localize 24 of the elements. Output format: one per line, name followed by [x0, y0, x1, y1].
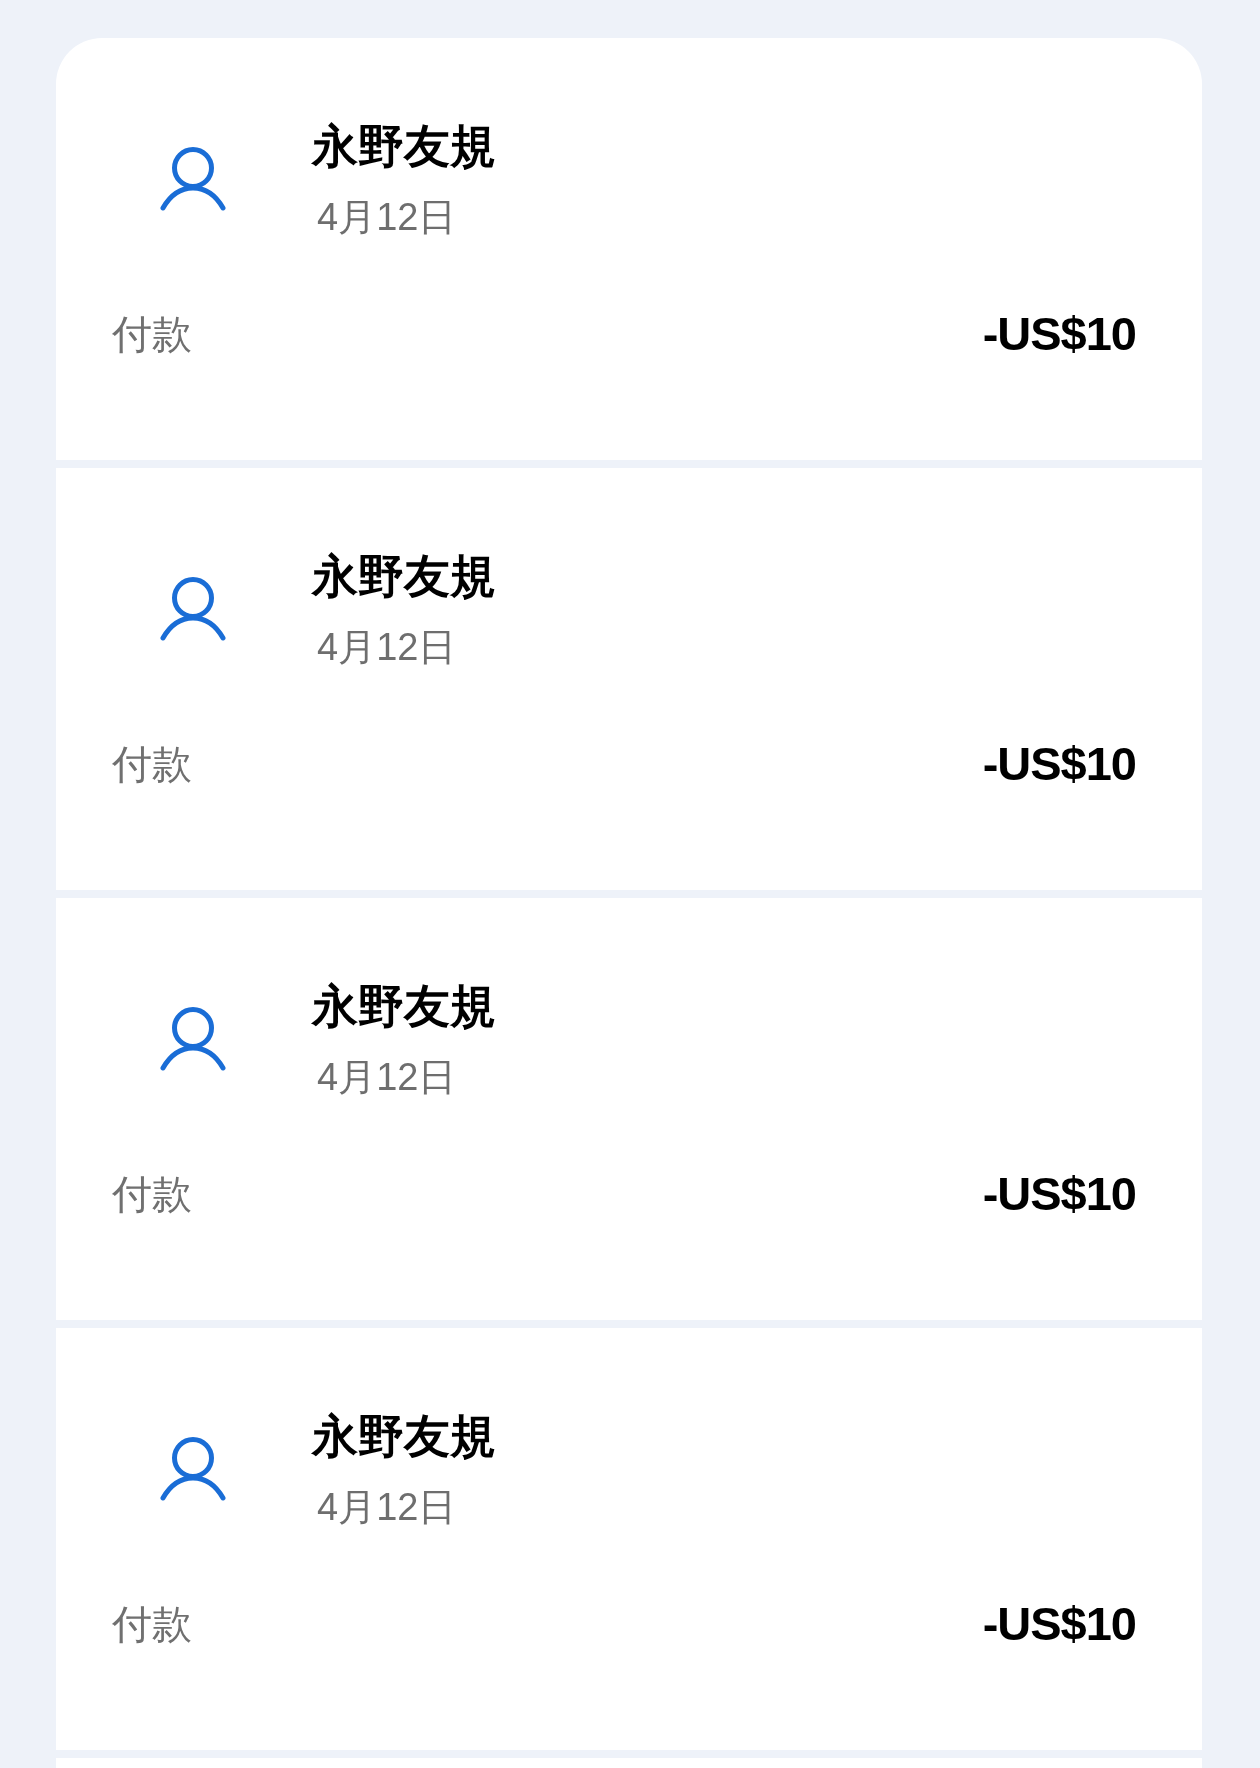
transaction-card[interactable]: 永野友規 4月12日 付款 -US$10: [56, 1328, 1202, 1750]
transaction-type: 付款: [112, 741, 192, 787]
transaction-type: 付款: [112, 311, 192, 357]
transaction-amount: -US$10: [982, 307, 1136, 361]
transaction-amount: -US$10: [982, 737, 1136, 791]
transaction-type: 付款: [112, 1171, 192, 1217]
person-icon: [160, 576, 226, 642]
transaction-date: 4月12日: [317, 1055, 457, 1099]
transaction-date: 4月12日: [317, 625, 457, 669]
transaction-type: 付款: [112, 1601, 192, 1647]
transaction-date: 4月12日: [317, 1485, 457, 1529]
transaction-amount: -US$10: [982, 1167, 1136, 1221]
transaction-card[interactable]: 永野友規 4月12日 付款 -US$10: [56, 898, 1202, 1320]
payee-name: 永野友規: [312, 119, 496, 173]
transaction-date: 4月12日: [317, 195, 457, 239]
transaction-amount: -US$10: [982, 1597, 1136, 1651]
person-icon: [160, 1436, 226, 1502]
transaction-card[interactable]: 永野友規 4月12日 付款 -US$10: [56, 468, 1202, 890]
payee-name: 永野友規: [312, 979, 496, 1033]
payee-name: 永野友規: [312, 1409, 496, 1463]
payee-name: 永野友規: [312, 549, 496, 603]
person-icon: [160, 146, 226, 212]
transaction-card[interactable]: 永野友規 4月12日 付款 -US$10: [56, 38, 1202, 460]
person-icon: [160, 1006, 226, 1072]
